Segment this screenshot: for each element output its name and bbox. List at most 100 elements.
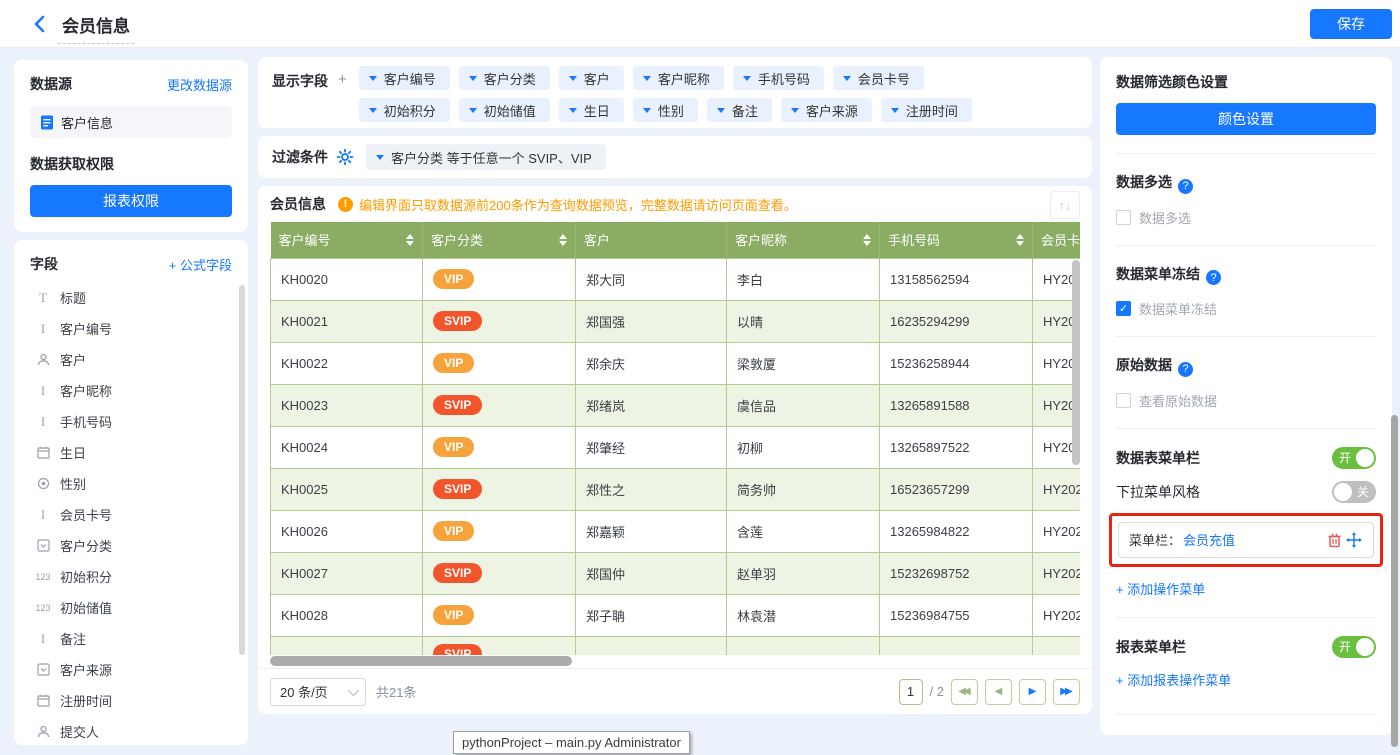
change-datasource-link[interactable]: 更改数据源 [167,75,232,94]
help-icon[interactable]: ? [1178,362,1193,377]
fields-scrollbar[interactable] [239,285,245,655]
field-item-标题[interactable]: T标题 [30,282,232,313]
chevron-down-icon [743,76,751,81]
delete-icon[interactable] [1325,531,1343,549]
prev-page-button[interactable]: ◀ [985,679,1012,705]
table-cell: KH0021 [271,300,423,342]
add-action-menu-link[interactable]: + 添加操作菜单 [1116,579,1205,598]
field-item-手机号码[interactable]: I手机号码 [30,406,232,437]
report-menu-bar-toggle[interactable]: 开 [1332,636,1376,658]
chevron-down-icon [791,108,799,113]
checkbox[interactable] [1116,210,1131,225]
display-field-tag-备注[interactable]: 备注 [707,98,772,122]
tag-label: 性别 [658,101,684,120]
color-settings-button[interactable]: 颜色设置 [1116,103,1376,135]
table-cell: 郑国强 [576,300,727,342]
display-field-tag-性别[interactable]: 性别 [633,98,698,122]
sort-order-button[interactable]: ↑↓ [1050,191,1080,219]
back-icon[interactable] [30,14,50,34]
move-icon[interactable] [1345,531,1363,549]
current-page-input[interactable]: 1 [899,679,923,705]
first-page-button[interactable]: ◀◀ [951,679,978,705]
add-report-menu-link[interactable]: + 添加报表操作菜单 [1116,670,1231,689]
display-field-tag-注册时间[interactable]: 注册时间 [881,98,972,122]
display-field-tag-客户分类[interactable]: 客户分类 [459,66,550,90]
field-item-生日[interactable]: 生日 [30,437,232,468]
chevron-down-icon [643,76,651,81]
column-header-手机号码[interactable]: 手机号码 [880,222,1033,258]
display-field-tag-手机号码[interactable]: 手机号码 [733,66,824,90]
field-item-提交人[interactable]: 提交人 [30,716,232,745]
menu-bar-item[interactable]: 菜单栏： 会员充值 [1118,522,1374,558]
help-icon[interactable]: ? [1178,179,1193,194]
table-cell [271,636,423,655]
help-icon[interactable]: ? [1206,270,1221,285]
field-item-注册时间[interactable]: 注册时间 [30,685,232,716]
table-cell: 郑嘉颖 [576,510,727,552]
table-cell: SVIP [423,552,576,594]
last-page-button[interactable]: ▶▶ [1053,679,1080,705]
page-title[interactable]: 会员信息 [58,12,134,44]
field-item-label: 生日 [60,443,86,462]
display-field-tag-初始储值[interactable]: 初始储值 [459,98,550,122]
field-item-性别[interactable]: 性别 [30,468,232,499]
formula-field-link[interactable]: + 公式字段 [169,255,232,274]
column-label: 客户昵称 [735,230,787,249]
column-header-客户昵称[interactable]: 客户昵称 [727,222,880,258]
sort-icon[interactable] [559,234,567,246]
field-item-客户来源[interactable]: 客户来源 [30,654,232,685]
raw-data-checkbox-row[interactable]: 查看原始数据 [1116,391,1376,410]
page-size-select[interactable]: 20 条/页 [270,678,366,706]
gear-icon[interactable] [336,148,354,166]
divider [1116,245,1376,246]
multi-select-checkbox-row[interactable]: 数据多选 [1116,208,1376,227]
column-header-客户分类[interactable]: 客户分类 [423,222,576,258]
column-header-会员卡号[interactable]: 会员卡号 [1033,222,1081,258]
table-vertical-scrollbar[interactable] [1072,260,1080,465]
table-cell: 虞信品 [727,384,880,426]
datasource-item[interactable]: 客户信息 [30,106,232,138]
table-menu-bar-toggle[interactable]: 开 [1332,447,1376,469]
checkbox[interactable] [1116,393,1131,408]
display-field-tag-客户昵称[interactable]: 客户昵称 [633,66,724,90]
report-permission-button[interactable]: 报表权限 [30,185,232,217]
save-button[interactable]: 保存 [1310,9,1392,39]
column-header-客户[interactable]: 客户 [576,222,727,258]
display-field-tag-客户来源[interactable]: 客户来源 [781,98,872,122]
select-icon [34,539,52,552]
column-header-客户编号[interactable]: 客户编号 [271,222,423,258]
field-item-初始积分[interactable]: 123初始积分 [30,561,232,592]
field-item-初始储值[interactable]: 123初始储值 [30,592,232,623]
sort-icon[interactable] [406,234,414,246]
page-scrollbar[interactable] [1391,415,1398,747]
filter-condition-tag[interactable]: 客户分类 等于任意一个 SVIP、VIP [366,144,606,170]
display-field-tag-会员卡号[interactable]: 会员卡号 [833,66,924,90]
divider [1116,336,1376,337]
field-item-客户编号[interactable]: I客户编号 [30,313,232,344]
multi-select-title: 数据多选 [1116,174,1172,190]
column-label: 客户分类 [431,230,483,249]
field-item-备注[interactable]: I备注 [30,623,232,654]
sort-icon[interactable] [1016,234,1024,246]
field-item-客户[interactable]: 客户 [30,344,232,375]
checkbox[interactable]: ✓ [1116,301,1131,316]
sort-icon[interactable] [863,234,871,246]
fields-panel: 字段 + 公式字段 T标题I客户编号客户I客户昵称I手机号码生日性别I会员卡号客… [14,240,248,745]
display-field-tag-客户[interactable]: 客户 [559,66,624,90]
table-horizontal-scrollbar[interactable] [270,656,572,666]
next-page-button[interactable]: ▶ [1019,679,1046,705]
display-field-tag-客户编号[interactable]: 客户编号 [359,66,450,90]
dropdown-style-toggle[interactable]: 关 [1332,481,1376,503]
menu-item-name[interactable]: 会员充值 [1183,530,1235,549]
field-item-会员卡号[interactable]: I会员卡号 [30,499,232,530]
field-item-客户昵称[interactable]: I客户昵称 [30,375,232,406]
field-item-客户分类[interactable]: 客户分类 [30,530,232,561]
display-field-tag-初始积分[interactable]: 初始积分 [359,98,450,122]
menu-freeze-checkbox-row[interactable]: ✓ 数据菜单冻结 [1116,299,1376,318]
total-count: 共21条 [376,682,416,701]
filter-panel: 过滤条件 客户分类 等于任意一个 SVIP、VIP [258,136,1092,178]
table-cell: KH0022 [271,342,423,384]
add-display-field-button[interactable]: + [338,71,347,119]
display-field-tag-生日[interactable]: 生日 [559,98,624,122]
menu-item-prefix: 菜单栏： [1129,530,1181,549]
